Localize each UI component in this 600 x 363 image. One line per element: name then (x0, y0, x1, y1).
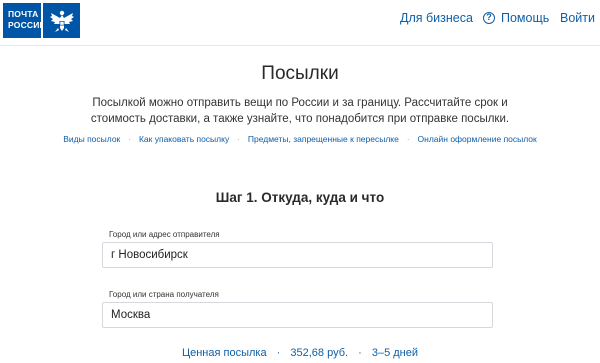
nav-business-link[interactable]: Для бизнеса (400, 0, 473, 36)
page-description: Посылкой можно отправить вещи по России … (0, 95, 600, 127)
link-online-registration[interactable]: Онлайн оформление посылок (418, 134, 537, 144)
nav-help-label: Помощь (501, 11, 550, 25)
page-title: Посылки (261, 63, 339, 84)
link-separator: · (128, 134, 131, 144)
summary-price: 352,68 руб. (290, 347, 349, 359)
description-line-2: стоимость доставки, а также узнайте, что… (90, 113, 510, 125)
shipping-summary: Ценная посылка · 352,68 руб. · 3–5 дней (0, 347, 600, 359)
summary-parcel-type: Ценная посылка (181, 347, 267, 359)
site-header: ПОЧТА РОССИИ Для бизнеса ? Помощь Войти (0, 0, 600, 46)
link-separator: · (406, 134, 410, 144)
logo-line-2: РОССИИ (8, 20, 46, 30)
description-line-1: Посылкой можно отправить вещи по России … (92, 97, 508, 109)
link-prohibited-items[interactable]: Предметы, запрещенные к пересылке (248, 134, 399, 144)
link-how-to-pack[interactable]: Как упаковать посылку (139, 134, 229, 144)
eagle-emblem-icon (43, 3, 80, 38)
link-parcel-types[interactable]: Виды посылок (63, 134, 120, 144)
question-circle-icon: ? (483, 12, 495, 24)
logo-line-1: ПОЧТА (8, 9, 39, 19)
summary-delivery-term: 3–5 дней (371, 347, 419, 359)
logo-text: ПОЧТА РОССИИ (3, 3, 46, 38)
nav-help-link[interactable]: ? Помощь (483, 0, 549, 36)
summary-separator: · (358, 347, 362, 359)
summary-separator: · (276, 347, 281, 359)
russian-post-logo[interactable]: ПОЧТА РОССИИ (3, 3, 80, 38)
sender-field-label: Город или адрес отправителя (109, 230, 220, 239)
link-separator: · (237, 134, 240, 144)
sender-address-input[interactable] (102, 242, 493, 268)
recipient-field-label: Город или страна получателя (109, 290, 219, 299)
step-title: Шаг 1. Откуда, куда и что (215, 190, 385, 205)
nav-login-link[interactable]: Войти (560, 0, 595, 36)
recipient-address-input[interactable] (102, 302, 493, 328)
info-links-bar: Виды посылок · Как упаковать посылку · П… (0, 134, 600, 144)
